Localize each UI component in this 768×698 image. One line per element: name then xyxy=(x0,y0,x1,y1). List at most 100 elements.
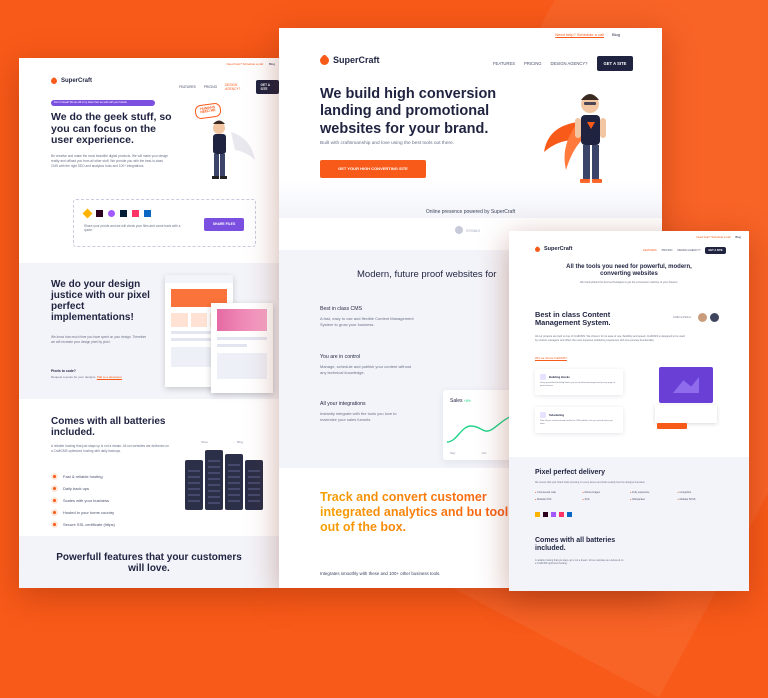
checklist-item: Hosted in your home country xyxy=(51,509,115,516)
help-link[interactable]: Need help? Schedule a call xyxy=(555,32,604,37)
left-topbar: Need help? Schedule a call Blog xyxy=(226,62,275,66)
checklist-item: Secure SSL certificate (https) xyxy=(51,521,115,528)
partner-logo: SYMAX xyxy=(455,226,480,234)
pixel-subtitle: We ensure that your brand looks stunning… xyxy=(535,481,645,484)
brand-logo-icon xyxy=(318,53,331,67)
center-topbar: Need help? Schedule a call Blog xyxy=(555,32,620,37)
pixel-cta-text: Request a quote for your designs. xyxy=(51,375,97,379)
cms-link[interactable]: Why we choose CraftCMS? xyxy=(535,357,567,360)
card-title: Building blocks xyxy=(549,375,570,379)
nav-design-agency[interactable]: DESIGN AGENCY? xyxy=(677,249,700,252)
server-rack xyxy=(225,454,243,510)
linkedin-icon xyxy=(567,512,572,517)
help-link[interactable]: Need help? Schedule a call xyxy=(226,62,263,66)
feature-card: Scheduling Plan all your content ahead a… xyxy=(535,407,623,433)
logo[interactable]: SuperCraft xyxy=(318,53,380,67)
partner-name: SYMAX xyxy=(466,227,481,233)
superhero-figure xyxy=(212,120,255,179)
batteries-title: Comes with all batteries included. xyxy=(51,416,166,438)
chart-title-text: Sales xyxy=(450,398,463,404)
brand-name: SuperCraft xyxy=(544,246,573,252)
checklist-item: Fast & reliable hosting xyxy=(51,473,115,480)
cms-text: All our projects are built on top of Cra… xyxy=(535,335,685,342)
blog-link[interactable]: Blog xyxy=(612,32,620,37)
get-site-button[interactable]: GET A SITE xyxy=(256,80,279,94)
get-site-button[interactable]: GET A SITE xyxy=(705,247,726,254)
help-link[interactable]: Need help? Schedule a call xyxy=(696,235,730,239)
left-page: Need help? Schedule a call Blog SuperCra… xyxy=(19,58,279,588)
delivery-item: ● Modular SCSS xyxy=(677,498,696,501)
delivery-item: ● Webpacked xyxy=(630,498,645,501)
chart-x-labels: Sep Oct Nov xyxy=(450,451,518,455)
main-nav: FEATURES PRICING DESIGN AGENCY? GET A SI… xyxy=(643,247,726,254)
check-icon xyxy=(51,521,58,528)
checklist-item: Scales with your business xyxy=(51,497,115,504)
feature-title: Best in class CMS xyxy=(320,306,363,312)
partner-badge: Craftcms Partner xyxy=(673,316,692,319)
delivery-item: ● Commented code xyxy=(535,491,556,494)
sketch-icon xyxy=(82,208,93,219)
share-files-button[interactable]: SHARE FILES xyxy=(204,218,244,231)
hero-cta-button[interactable]: GET YOUR HIGH CONVERTING SITE xyxy=(320,160,426,178)
checklist-item: Daily back ups xyxy=(51,485,115,492)
right-topbar: Need help? Schedule a call Blog xyxy=(696,235,741,239)
server-label-blog: Blog xyxy=(237,440,244,444)
check-icon xyxy=(51,473,58,480)
server-rack xyxy=(245,460,263,510)
tool-icons xyxy=(535,512,572,517)
track-title: Track and convert customer integrated an… xyxy=(320,490,520,535)
pixel-title: We do your design justice with our pixel… xyxy=(51,279,150,323)
card-title: Scheduling xyxy=(549,413,565,417)
blog-link[interactable]: Blog xyxy=(269,62,275,66)
chart-x-label: Oct xyxy=(481,451,487,455)
pixel-cta-label: Pixels to code? xyxy=(51,369,76,373)
brand-name: SuperCraft xyxy=(61,78,93,84)
card-text: Using pre-defined building blocks you ca… xyxy=(540,382,615,387)
get-site-button[interactable]: GET A SITE xyxy=(596,56,634,71)
track-subtitle: Integrates smoothly with these and 100+ … xyxy=(320,571,441,576)
delivery-item: ● SVG xyxy=(582,498,590,501)
nav-design-agency[interactable]: DESIGN AGENCY? xyxy=(550,61,587,66)
nav-pricing[interactable]: PRICING xyxy=(662,249,673,252)
pixel-text: We know how much time you have spent on … xyxy=(51,335,147,344)
nav-pricing[interactable]: PRICING xyxy=(524,61,541,66)
feature-item: All your integrations Instantly integrat… xyxy=(320,401,412,423)
mockup-button xyxy=(657,423,687,429)
avatar xyxy=(698,313,707,322)
pixel-section: We do your design justice with our pixel… xyxy=(19,263,279,399)
feature-text: Instantly integrate with the tools you l… xyxy=(320,411,397,422)
nav-design-agency[interactable]: DESIGN AGENCY? xyxy=(225,83,248,91)
brand-logo-icon xyxy=(49,76,59,86)
brand-logo-icon xyxy=(533,245,542,253)
chart-title: Sales +8% xyxy=(450,398,471,404)
pixel-cta: Request a quote for your designs. Talk t… xyxy=(51,375,122,379)
nav-features[interactable]: FEATURES xyxy=(179,85,196,89)
invision-icon xyxy=(132,210,139,217)
check-icon xyxy=(51,509,58,516)
share-files-box: Share your proofs and we will check your… xyxy=(73,199,256,247)
batteries-text: A reliable hosting that just stays up is… xyxy=(535,559,624,566)
right-page: Need help? Schedule a call Blog SuperCra… xyxy=(509,231,749,591)
partner-icon xyxy=(455,226,463,234)
delivery-item: ● Retina images xyxy=(582,491,600,494)
blog-link[interactable]: Blog xyxy=(735,235,741,239)
feature-item: Best in class CMS A fast, easy to use an… xyxy=(320,306,418,328)
delivery-item: ● Incognition xyxy=(677,491,692,494)
batteries-checklist: Fast & reliable hosting Daily back ups S… xyxy=(51,468,115,533)
team-avatars: Craftcms Partner xyxy=(673,313,719,322)
main-nav: FEATURES PRICING DESIGN AGENCY? GET A SI… xyxy=(179,80,279,94)
feature-title: You are in control xyxy=(320,354,361,360)
logo[interactable]: SuperCraft xyxy=(533,245,573,253)
delivery-item: ● Fully responsive xyxy=(630,491,650,494)
check-icon xyxy=(51,497,58,504)
pixel-title: Pixel perfect delivery xyxy=(535,469,606,476)
nav-features[interactable]: FEATURES xyxy=(493,61,515,66)
talk-developer-link[interactable]: Talk to a developer xyxy=(97,375,122,379)
hero-text: Be creative and make the most beautiful … xyxy=(51,154,169,168)
calendar-icon xyxy=(540,412,546,418)
logo[interactable]: SuperCraft xyxy=(49,76,93,86)
server-rack xyxy=(185,460,203,510)
nav-features[interactable]: FEATURES xyxy=(643,249,657,252)
feature-card: Building blocks Using pre-defined buildi… xyxy=(535,369,623,395)
nav-pricing[interactable]: PRICING xyxy=(204,85,217,89)
